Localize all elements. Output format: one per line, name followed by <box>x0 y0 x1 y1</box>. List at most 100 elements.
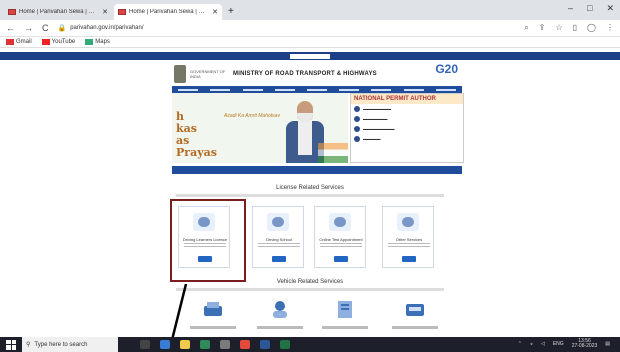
gmail-icon <box>6 39 14 45</box>
highlight-box <box>170 199 246 282</box>
close-window-button[interactable]: ✕ <box>606 3 614 14</box>
bullet-icon <box>354 116 360 122</box>
site-header: GOVERNMENT OF INDIA MINISTRY OF ROAD TRA… <box>174 62 464 86</box>
mail-icon[interactable] <box>220 340 230 349</box>
document-service-icon <box>338 301 352 318</box>
card-more-button[interactable] <box>402 256 416 262</box>
word-icon[interactable] <box>260 340 270 349</box>
npa-link[interactable]: ▬▬▬▬▬▬▬▬▬ <box>351 124 463 134</box>
vehicle-card[interactable] <box>322 296 368 337</box>
flag-graphic <box>318 143 348 163</box>
bookmark-star-icon[interactable]: ☆ <box>555 23 562 33</box>
notifications-icon[interactable]: ▤ <box>605 341 610 347</box>
profile-icon[interactable]: ◯ <box>587 23 596 33</box>
browser-tab-bar: Home | Parivahan Sewa | Ministr ✕ Home |… <box>0 0 620 20</box>
nav-item[interactable] <box>435 88 456 91</box>
nav-item[interactable] <box>403 88 424 91</box>
browser-tab-1[interactable]: Home | Parivahan Sewa | Ministr ✕ <box>4 4 112 20</box>
nav-item[interactable] <box>306 88 327 91</box>
nav-item[interactable] <box>371 88 392 91</box>
excel-icon[interactable] <box>280 340 290 349</box>
license-card-driving-school[interactable]: Driving School <box>252 206 304 268</box>
site-favicon-icon <box>118 9 126 15</box>
volume-icon[interactable]: ◁ <box>541 341 545 347</box>
nav-item[interactable] <box>242 88 263 91</box>
license-card-other-services[interactable]: Other Services <box>382 206 434 268</box>
browser-tab-2[interactable]: Home | Parivahan Sewa | Ministr ✕ <box>114 4 222 20</box>
task-view-icon[interactable] <box>140 340 150 349</box>
lock-icon[interactable]: 🔒 <box>58 24 67 32</box>
vehicle-card[interactable] <box>190 296 236 337</box>
nav-item[interactable] <box>274 88 295 91</box>
vehicle-service-icon <box>406 304 424 316</box>
bookmarks-bar: Gmail YouTube Maps <box>0 37 620 48</box>
test-appointment-icon <box>329 213 351 231</box>
url-field[interactable]: parivahan.gov.in/parivahan/ <box>70 25 524 31</box>
nav-item[interactable] <box>178 88 199 91</box>
notice-bar[interactable] <box>172 166 462 174</box>
vehicle-section-title: Vehicle Related Services <box>276 279 344 285</box>
card-more-button[interactable] <box>334 256 348 262</box>
nav-item[interactable] <box>210 88 231 91</box>
windows-taskbar: ⚲ Type here to search ⌃ ◒ ◁ ENG 13:56 27… <box>0 337 620 352</box>
chrome-icon[interactable] <box>240 340 250 349</box>
store-icon[interactable] <box>200 340 210 349</box>
taskbar-search[interactable]: ⚲ Type here to search <box>22 337 118 352</box>
edge-icon[interactable] <box>160 340 170 349</box>
system-tray: ⌃ ◒ ◁ ENG 13:56 27-08-2023 ▤ <box>518 339 610 349</box>
clock[interactable]: 13:56 27-08-2023 <box>572 339 598 349</box>
license-card-test-appointment[interactable]: Online Test Appointment <box>314 206 366 268</box>
npa-link[interactable]: ▬▬▬▬▬▬▬▬ <box>351 104 463 114</box>
menu-icon[interactable]: ⋮ <box>606 23 614 33</box>
pinned-apps <box>140 340 290 349</box>
hero-banner[interactable]: h kas as Prayas Azadi Ka Amrit Mahotsav <box>172 93 348 163</box>
national-emblem-icon <box>174 65 186 83</box>
sidebar-icon[interactable]: ▯ <box>573 23 577 33</box>
npa-title: NATIONAL PERMIT AUTHOR <box>351 94 463 104</box>
language-indicator[interactable]: ENG <box>553 341 564 347</box>
reload-button[interactable]: C <box>42 23 49 33</box>
npa-link[interactable]: ▬▬▬▬▬ <box>351 134 463 144</box>
maps-icon <box>85 39 94 45</box>
share-icon[interactable]: ⇪ <box>539 23 546 33</box>
azadi-logo: Azadi Ka Amrit Mahotsav <box>224 113 280 119</box>
driving-school-icon <box>267 213 289 231</box>
nav-item[interactable] <box>339 88 360 91</box>
start-button[interactable] <box>6 339 16 350</box>
npa-link[interactable]: ▬▬▬▬▬▬▬ <box>351 114 463 124</box>
file-explorer-icon[interactable] <box>180 340 190 349</box>
close-tab-icon[interactable]: ✕ <box>212 8 218 16</box>
site-search-input[interactable] <box>290 53 330 59</box>
site-favicon-icon <box>8 9 16 15</box>
vehicle-section-desc <box>176 288 444 291</box>
bookmark-youtube[interactable]: YouTube <box>41 39 75 45</box>
forward-button[interactable]: → <box>24 23 33 33</box>
tray-arrow-icon[interactable]: ⌃ <box>518 341 522 347</box>
bookmark-maps[interactable]: Maps <box>85 39 110 45</box>
main-navigation <box>172 86 462 93</box>
government-label: GOVERNMENT OF INDIA <box>190 69 226 79</box>
vehicle-card[interactable] <box>257 296 303 337</box>
close-tab-icon[interactable]: ✕ <box>102 8 108 16</box>
other-services-icon <box>397 213 419 231</box>
g20-logo: G20 <box>435 62 458 76</box>
address-bar-row: ← → C 🔒 parivahan.gov.in/parivahan/ ⌕ ⇪ … <box>0 20 620 37</box>
tab-title: Home | Parivahan Sewa | Ministr <box>129 9 210 15</box>
maximize-button[interactable]: □ <box>587 3 592 14</box>
minimize-button[interactable]: – <box>568 3 573 14</box>
bullet-icon <box>354 136 360 142</box>
bookmark-gmail[interactable]: Gmail <box>6 39 32 45</box>
card-more-button[interactable] <box>272 256 286 262</box>
network-icon[interactable]: ◒ <box>530 341 533 347</box>
window-controls: – □ ✕ <box>568 3 614 14</box>
zoom-icon[interactable]: ⌕ <box>524 23 528 33</box>
back-button[interactable]: ← <box>6 23 15 33</box>
new-tab-button[interactable]: + <box>228 4 234 20</box>
bullet-icon <box>354 106 360 112</box>
bullet-icon <box>354 126 360 132</box>
banner-slogan: h kas as Prayas <box>176 110 217 159</box>
tab-title: Home | Parivahan Sewa | Ministr <box>19 9 100 15</box>
national-permit-panel: NATIONAL PERMIT AUTHOR ▬▬▬▬▬▬▬▬ ▬▬▬▬▬▬▬ … <box>350 93 464 163</box>
vehicle-card[interactable] <box>392 296 438 337</box>
vehicle-registration-icon <box>204 302 222 316</box>
